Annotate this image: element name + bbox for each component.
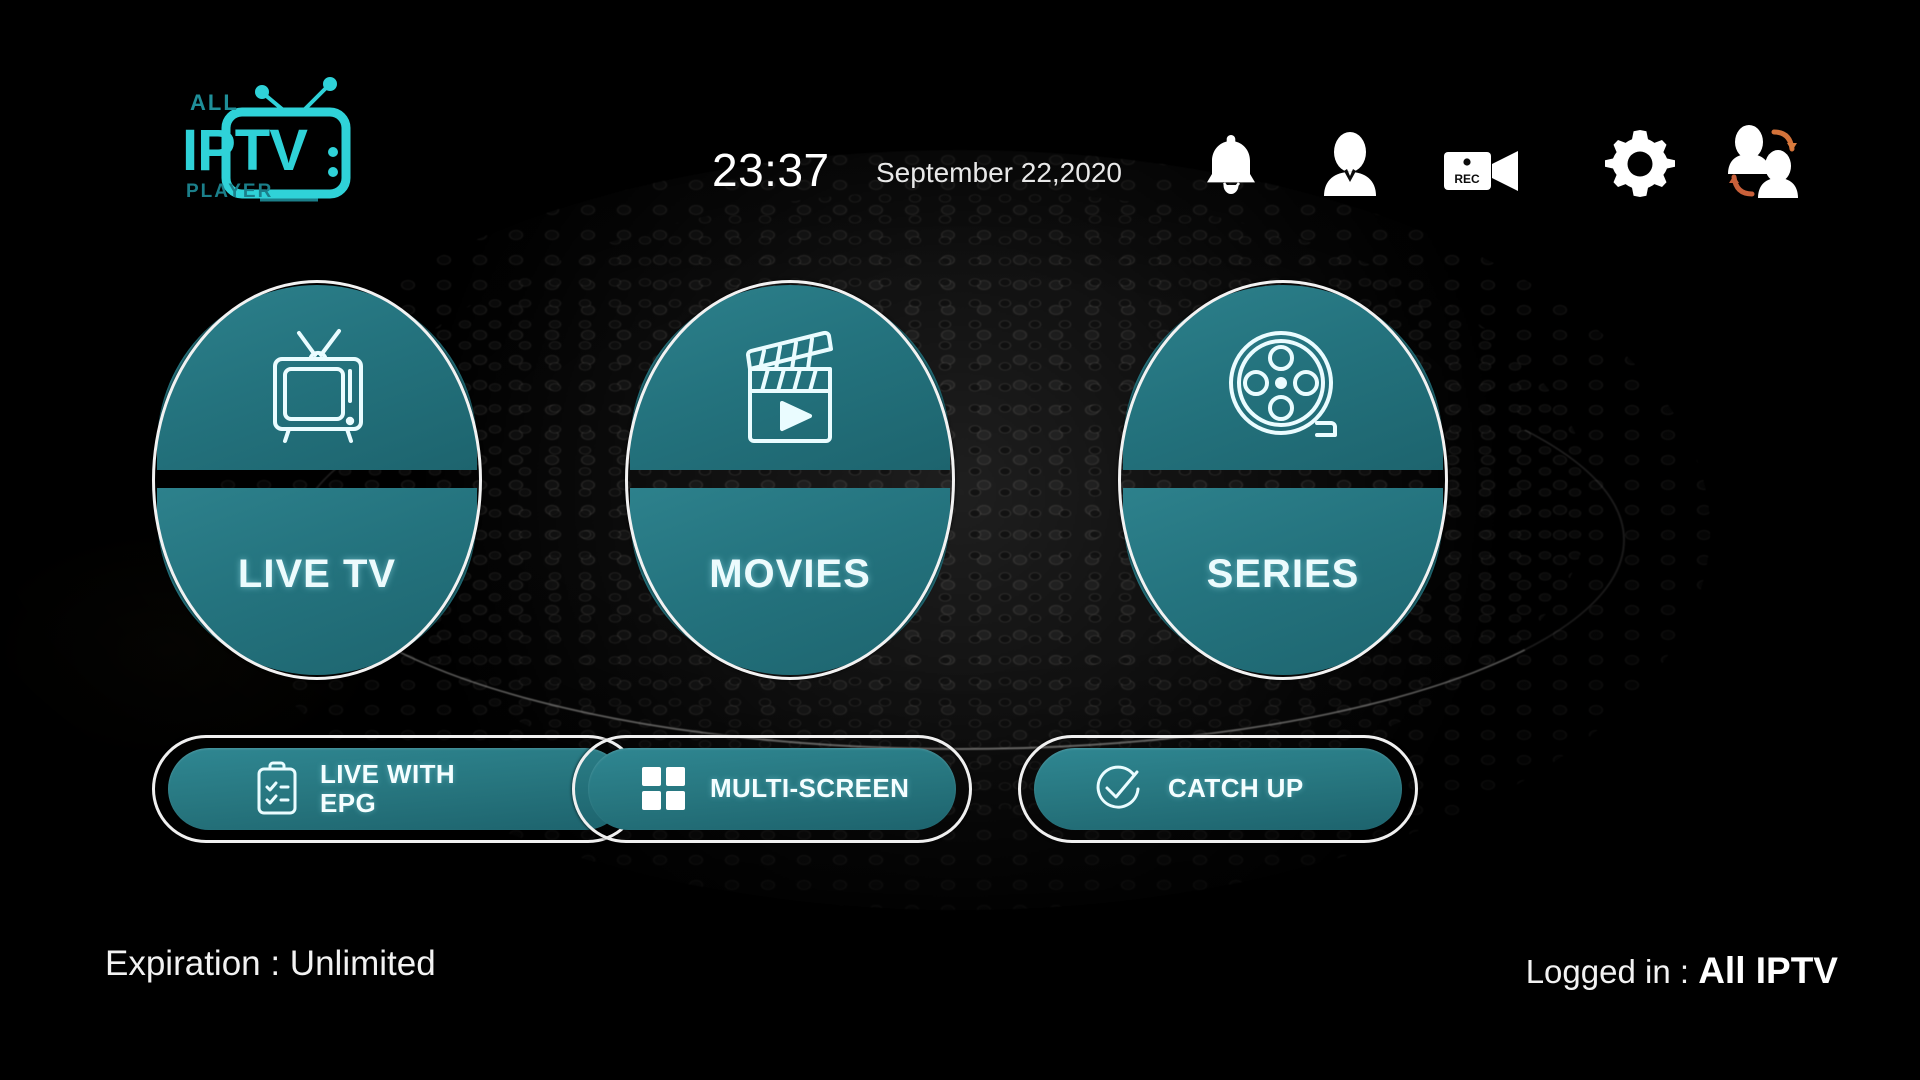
svg-text:IPTV: IPTV xyxy=(182,118,308,183)
pill-live-with-epg[interactable]: LIVE WITH EPG xyxy=(152,735,642,843)
pill-live-with-epg-label-line2: EPG xyxy=(320,788,377,818)
circle-check-icon xyxy=(1092,763,1144,815)
main-tiles: LIVE TV MOVIES SERIES xyxy=(0,280,1920,710)
logged-in-status: Logged in : All IPTV xyxy=(1526,950,1838,992)
notifications-icon[interactable] xyxy=(1200,130,1262,200)
clock-date: September 22,2020 xyxy=(876,157,1122,188)
clock-time: 23:37 xyxy=(712,144,830,196)
pill-catch-up[interactable]: CATCH UP xyxy=(1018,735,1418,843)
quick-action-bar: LIVE WITH EPG MULTI-SCREEN CATCH UP xyxy=(0,735,1920,865)
settings-gear-icon[interactable] xyxy=(1604,128,1676,200)
app-logo[interactable]: ALL IPTV PLAYER xyxy=(168,72,398,217)
header-bar: ALL IPTV PLAYER 23:37 September 22,2020 … xyxy=(0,0,1920,240)
svg-text:ALL: ALL xyxy=(190,90,239,115)
pill-live-with-epg-label-line1: LIVE WITH xyxy=(320,758,456,789)
tile-movies-ring xyxy=(625,280,955,680)
switch-user-icon[interactable] xyxy=(1722,122,1806,204)
footer-bar: Expiration : Unlimited Logged in : All I… xyxy=(0,930,1920,1050)
tile-series[interactable]: SERIES xyxy=(1118,280,1448,680)
logged-in-username: All IPTV xyxy=(1698,950,1838,991)
user-account-icon[interactable] xyxy=(1320,130,1380,200)
pill-multi-screen[interactable]: MULTI-SCREEN xyxy=(572,735,972,843)
tile-live-tv-ring xyxy=(152,280,482,680)
pill-catch-up-label: CATCH UP xyxy=(1168,773,1304,804)
tile-live-tv[interactable]: LIVE TV xyxy=(152,280,482,680)
clipboard-checklist-icon xyxy=(254,761,300,817)
logged-in-prefix: Logged in : xyxy=(1525,953,1699,990)
tile-movies[interactable]: MOVIES xyxy=(625,280,955,680)
tile-series-ring xyxy=(1118,280,1448,680)
grid-four-icon xyxy=(640,765,688,813)
rec-label: REC xyxy=(1454,172,1480,186)
pill-multi-screen-label: MULTI-SCREEN xyxy=(710,773,910,804)
recording-icon[interactable]: REC xyxy=(1442,148,1522,194)
expiration-status: Expiration : Unlimited xyxy=(105,944,436,983)
